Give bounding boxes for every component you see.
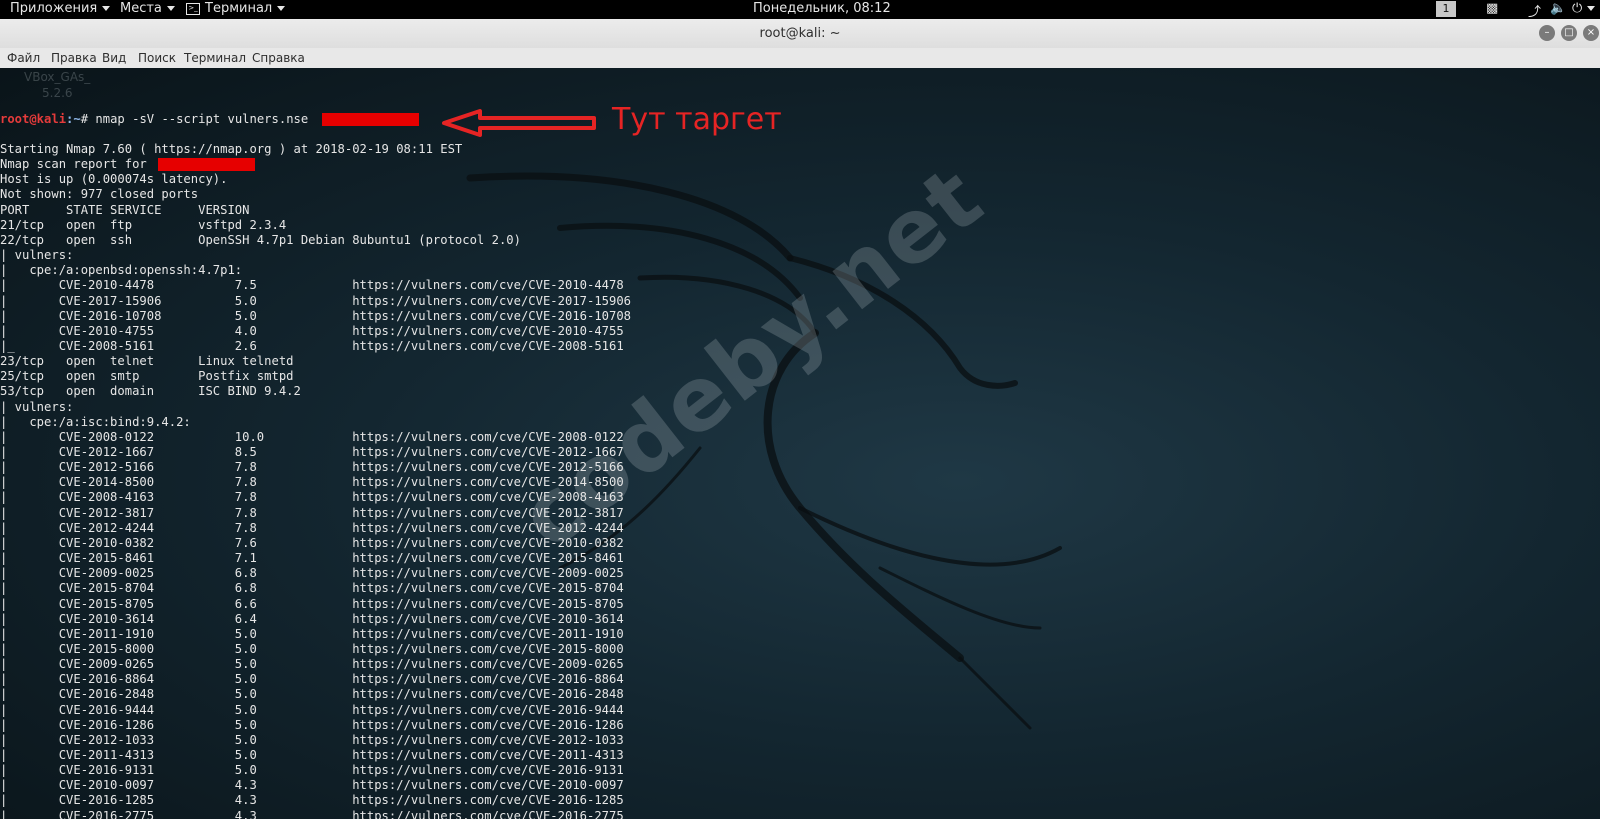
terminal-line: | CVE-2016-2848 5.0 https://vulners.com/…	[0, 687, 624, 702]
prompt-line: root@kali:~# nmap -sV --script vulners.n…	[0, 112, 308, 127]
terminal-line: | CVE-2012-3817 7.8 https://vulners.com/…	[0, 505, 624, 520]
menu-help[interactable]: Справка	[252, 51, 305, 65]
terminal-line: 25/tcp open smtp Postfix smtpd	[0, 369, 294, 384]
terminal-line: | CVE-2010-0097 4.3 https://vulners.com/…	[0, 778, 624, 793]
desktop-icon-label: VBox_GAs_	[24, 70, 91, 84]
terminal-line: 21/tcp open ftp vsftpd 2.3.4	[0, 217, 287, 232]
terminal-line: | CVE-2015-8461 7.1 https://vulners.com/…	[0, 551, 624, 566]
volume-icon[interactable]: 🔈	[1550, 1, 1566, 16]
menu-edit[interactable]: Правка	[51, 51, 97, 65]
chevron-down-icon	[166, 6, 175, 11]
menu-view[interactable]: Вид	[102, 51, 126, 65]
terminal-line: | cpe:/a:openbsd:openssh:4.7p1:	[0, 263, 243, 278]
menu-terminal[interactable]: Терминал	[184, 51, 246, 65]
terminal-line: | CVE-2009-0265 5.0 https://vulners.com/…	[0, 657, 624, 672]
network-icon[interactable]: ⤴	[1528, 1, 1541, 20]
places-menu[interactable]: Места	[120, 1, 175, 16]
terminal-line: | CVE-2011-1910 5.0 https://vulners.com/…	[0, 626, 624, 641]
target-annotation: Тут таргет	[612, 102, 782, 137]
terminal-line: | CVE-2016-1285 4.3 https://vulners.com/…	[0, 793, 624, 808]
terminal-line: | CVE-2016-8864 5.0 https://vulners.com/…	[0, 672, 624, 687]
redacted-target	[322, 113, 419, 126]
terminal-line: 53/tcp open domain ISC BIND 9.4.2	[0, 384, 301, 399]
applications-label: Приложения	[10, 1, 98, 16]
terminal-line: Nmap scan report for	[0, 157, 147, 172]
workspace-indicator[interactable]: 1	[1436, 1, 1456, 17]
terminal-line: | CVE-2017-15906 5.0 https://vulners.com…	[0, 293, 632, 308]
window-title: root@kali: ~	[759, 26, 841, 41]
terminal-output[interactable]: codeby.net VBox_GAs_ 5.2.6 root@kali:~# …	[0, 68, 1600, 819]
power-icon[interactable]: ⏻	[1572, 1, 1582, 16]
terminal-line: | CVE-2012-1033 5.0 https://vulners.com/…	[0, 732, 624, 747]
terminal-line: 23/tcp open telnet Linux telnetd	[0, 354, 294, 369]
terminal-line: | CVE-2012-5166 7.8 https://vulners.com/…	[0, 460, 624, 475]
prompt-path: :~	[66, 112, 81, 126]
terminal-menubar: Файл Правка Вид Поиск Терминал Справка	[0, 48, 1600, 68]
prompt-symbol: #	[80, 112, 89, 126]
minimize-button[interactable]: –	[1539, 25, 1555, 41]
menu-search[interactable]: Поиск	[138, 51, 176, 65]
arrow-annotation	[442, 109, 596, 137]
terminal-line: | vulners:	[0, 248, 74, 263]
terminal-line: | CVE-2012-1667 8.5 https://vulners.com/…	[0, 445, 624, 459]
terminal-line: PORT STATE SERVICE VERSION	[0, 202, 250, 217]
terminal-line: | cpe:/a:isc:bind:9.4.2:	[0, 414, 191, 429]
menu-file[interactable]: Файл	[7, 51, 40, 65]
terminal-line: |_ CVE-2008-5161 2.6 https://vulners.com…	[0, 338, 624, 353]
maximize-button[interactable]: □	[1561, 25, 1577, 41]
terminal-line: Starting Nmap 7.60 ( https://nmap.org ) …	[0, 142, 463, 156]
terminal-line: Host is up (0.000074s latency).	[0, 172, 228, 187]
terminal-app-menu[interactable]: >_ Терминал	[186, 1, 286, 16]
terminal-line: | CVE-2016-2775 4.3 https://vulners.com/…	[0, 808, 624, 819]
terminal-line: | CVE-2012-4244 7.8 https://vulners.com/…	[0, 520, 624, 535]
terminal-icon: >_	[186, 2, 200, 15]
terminal-line: | CVE-2014-8500 7.8 https://vulners.com/…	[0, 475, 624, 490]
clock[interactable]: Понедельник, 08:12	[753, 1, 891, 16]
terminal-line: Not shown: 977 closed ports	[0, 187, 199, 202]
terminal-line: | CVE-2016-9444 5.0 https://vulners.com/…	[0, 702, 624, 717]
redacted-host	[158, 158, 255, 171]
places-label: Места	[120, 1, 162, 16]
terminal-line: | vulners:	[0, 399, 74, 414]
prompt-user: root@kali	[0, 112, 67, 126]
prompt-command: nmap -sV --script vulners.nse	[88, 112, 309, 126]
desktop-icon-version: 5.2.6	[42, 86, 73, 100]
terminal-line: | CVE-2016-9131 5.0 https://vulners.com/…	[0, 763, 624, 778]
terminal-line: | CVE-2010-0382 7.6 https://vulners.com/…	[0, 535, 624, 550]
chevron-down-icon[interactable]	[1587, 1, 1595, 16]
terminal-line: | CVE-2016-1286 5.0 https://vulners.com/…	[0, 717, 624, 732]
terminal-line: | CVE-2008-4163 7.8 https://vulners.com/…	[0, 490, 624, 505]
terminal-line: | CVE-2010-4755 4.0 https://vulners.com/…	[0, 323, 624, 338]
chevron-down-icon	[277, 6, 286, 11]
video-icon[interactable]: ▩	[1486, 1, 1498, 16]
terminal-line: | CVE-2010-4478 7.5 https://vulners.com/…	[0, 278, 624, 293]
terminal-line: | CVE-2015-8000 5.0 https://vulners.com/…	[0, 641, 624, 656]
terminal-line: | CVE-2015-8705 6.6 https://vulners.com/…	[0, 596, 624, 611]
terminal-app-label: Терминал	[205, 1, 273, 16]
close-button[interactable]: ×	[1583, 25, 1599, 41]
terminal-line: | CVE-2011-4313 5.0 https://vulners.com/…	[0, 748, 624, 762]
window-titlebar[interactable]: root@kali: ~ – □ ×	[0, 19, 1600, 49]
chevron-down-icon	[102, 6, 111, 11]
terminal-line: | CVE-2010-3614 6.4 https://vulners.com/…	[0, 611, 624, 626]
terminal-line: | CVE-2009-0025 6.8 https://vulners.com/…	[0, 566, 624, 581]
terminal-line: | CVE-2015-8704 6.8 https://vulners.com/…	[0, 581, 624, 596]
terminal-line: | CVE-2016-10708 5.0 https://vulners.com…	[0, 308, 632, 323]
terminal-line: | CVE-2008-0122 10.0 https://vulners.com…	[0, 429, 624, 444]
applications-menu[interactable]: Приложения	[10, 1, 111, 16]
terminal-line: 22/tcp open ssh OpenSSH 4.7p1 Debian 8ub…	[0, 232, 521, 247]
top-panel: Приложения Места >_ Терминал Понедельник,…	[0, 0, 1600, 20]
